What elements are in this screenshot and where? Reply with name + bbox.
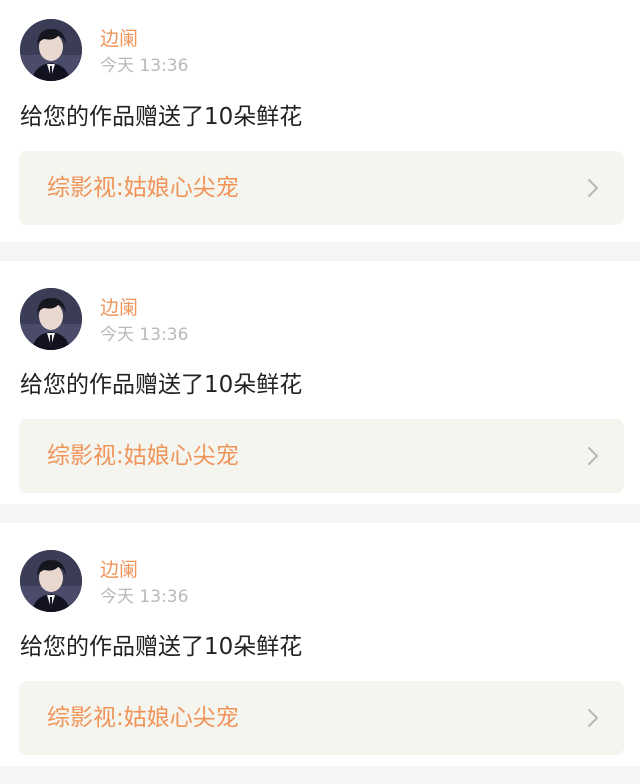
work-link[interactable]: 综影视:姑娘心尖宠	[19, 151, 624, 225]
message-text: 给您的作品赠送了10朵鲜花	[20, 372, 303, 398]
card-header: 边阑 今天 13:36	[20, 19, 188, 81]
work-title: 综影视:姑娘心尖宠	[47, 705, 239, 731]
work-title: 综影视:姑娘心尖宠	[47, 443, 239, 469]
chevron-right-icon	[588, 179, 598, 197]
person-portrait-avatar-icon	[20, 288, 82, 350]
message-text: 给您的作品赠送了10朵鲜花	[20, 634, 303, 660]
username[interactable]: 边阑	[100, 27, 188, 51]
work-title: 综影视:姑娘心尖宠	[47, 175, 239, 201]
username[interactable]: 边阑	[100, 558, 188, 582]
avatar[interactable]	[20, 19, 82, 81]
timestamp: 今天 13:36	[100, 587, 189, 607]
card-header: 边阑 今天 13:36	[20, 550, 188, 612]
work-link[interactable]: 综影视:姑娘心尖宠	[19, 681, 624, 755]
avatar[interactable]	[20, 550, 82, 612]
timestamp: 今天 13:36	[100, 56, 189, 76]
person-portrait-avatar-icon	[20, 550, 82, 612]
card-header: 边阑 今天 13:36	[20, 288, 188, 350]
notification-card: 边阑 今天 13:36 给您的作品赠送了10朵鲜花 综影视:姑娘心尖宠	[0, 523, 640, 766]
author-meta: 边阑 今天 13:36	[100, 296, 188, 346]
chevron-right-icon	[588, 447, 598, 465]
author-meta: 边阑 今天 13:36	[100, 558, 188, 608]
notification-card: 边阑 今天 13:36 给您的作品赠送了10朵鲜花 综影视:姑娘心尖宠	[0, 261, 640, 504]
notification-card: 边阑 今天 13:36 给您的作品赠送了10朵鲜花 综影视:姑娘心尖宠	[0, 0, 640, 242]
chevron-right-icon	[588, 709, 598, 727]
timestamp: 今天 13:36	[100, 325, 189, 345]
username[interactable]: 边阑	[100, 296, 188, 320]
person-portrait-avatar-icon	[20, 19, 82, 81]
avatar[interactable]	[20, 288, 82, 350]
author-meta: 边阑 今天 13:36	[100, 27, 188, 77]
work-link[interactable]: 综影视:姑娘心尖宠	[19, 419, 624, 493]
message-text: 给您的作品赠送了10朵鲜花	[20, 104, 303, 130]
notification-feed: 边阑 今天 13:36 给您的作品赠送了10朵鲜花 综影视:姑娘心尖宠 边阑 今…	[0, 0, 640, 766]
